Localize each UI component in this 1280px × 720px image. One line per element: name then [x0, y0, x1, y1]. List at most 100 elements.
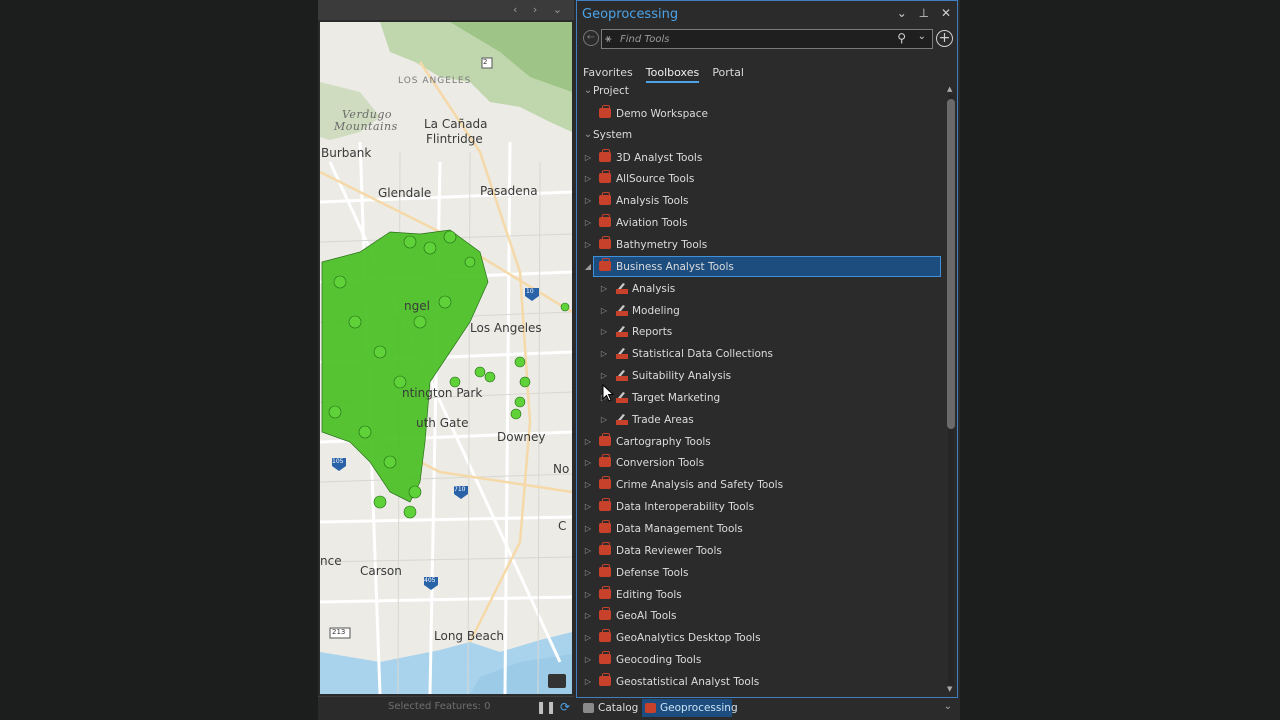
- tree-toolbox[interactable]: ▷ Aviation Tools: [577, 212, 941, 234]
- expand-arrow-icon[interactable]: ▷: [583, 168, 593, 190]
- expand-arrow-icon[interactable]: ▷: [583, 584, 593, 606]
- tree-toolbox[interactable]: ▷ GeoAnalytics Desktop Tools: [577, 627, 941, 649]
- pin-icon[interactable]: ⊥: [919, 6, 929, 20]
- tree-item-label: Geocoding Tools: [616, 654, 702, 666]
- tree-toolbox[interactable]: ▷ Cartography Tools: [577, 431, 941, 453]
- map-status-bar: Selected Features: 0 ❚❚ ⟳: [318, 696, 574, 720]
- expand-arrow-icon[interactable]: ▷: [599, 409, 609, 431]
- pane-title: Geoprocessing: [582, 7, 679, 22]
- tree-toolset[interactable]: ▷ Suitability Analysis: [577, 365, 941, 387]
- map-label-los-angeles: Los Angeles: [470, 321, 542, 335]
- tree-item-label: Geostatistical Analyst Tools: [616, 676, 760, 688]
- arcgis-pro-window: ‹ › ⌄ LOS ANGELES Verdugo Mountains La C…: [318, 0, 960, 720]
- search-options-dropdown[interactable]: ⌄: [918, 31, 926, 42]
- add-toolbox-button[interactable]: +: [936, 30, 953, 47]
- tree-toolbox[interactable]: ▷ Crime Analysis and Safety Tools: [577, 474, 941, 496]
- expand-arrow-icon[interactable]: ▷: [583, 627, 593, 649]
- search-icon[interactable]: ⚲: [897, 31, 906, 45]
- scroll-down-icon[interactable]: ▼: [947, 685, 952, 693]
- expand-arrow-icon[interactable]: ▷: [583, 212, 593, 234]
- scroll-thumb[interactable]: [947, 99, 955, 429]
- tree-toolbox[interactable]: Demo Workspace: [577, 103, 941, 125]
- map-label-la-canada: La Cañada: [424, 117, 488, 131]
- tree-scrollbar[interactable]: ▲ ▼: [947, 85, 955, 695]
- toolset-icon: [616, 392, 628, 403]
- expand-arrow-icon[interactable]: ▷: [583, 649, 593, 671]
- tree-item-label: Data Interoperability Tools: [616, 501, 755, 513]
- expand-arrow-icon[interactable]: ▷: [583, 190, 593, 212]
- refresh-icon[interactable]: ⟳: [560, 700, 570, 714]
- tree-toolbox[interactable]: ▷ Geocoding Tools: [577, 649, 941, 671]
- map-view[interactable]: LOS ANGELES Verdugo Mountains La Cañada …: [320, 22, 572, 694]
- expand-arrow-icon[interactable]: ▷: [599, 321, 609, 343]
- tree-toolbox[interactable]: ▷ Editing Tools: [577, 584, 941, 606]
- expand-arrow-icon[interactable]: ▷: [583, 671, 593, 693]
- tree-item-label: GeoAnalytics Desktop Tools: [616, 632, 761, 644]
- pane-tab-strip: Catalog Geoprocessing ⌄: [576, 698, 958, 720]
- pause-icon[interactable]: ❚❚: [536, 700, 556, 714]
- tree-toolbox[interactable]: ▷ AllSource Tools: [577, 168, 941, 190]
- search-input[interactable]: [620, 32, 870, 46]
- tree-toolbox[interactable]: ▷ Defense Tools: [577, 562, 941, 584]
- expand-arrow-icon[interactable]: ▷: [583, 474, 593, 496]
- tree-toolbox[interactable]: ▷ Data Interoperability Tools: [577, 496, 941, 518]
- expand-arrow-icon[interactable]: ▷: [599, 300, 609, 322]
- tree-toolbox[interactable]: ▷ Conversion Tools: [577, 452, 941, 474]
- tree-toolbox[interactable]: ◢ Business Analyst Tools: [577, 256, 941, 278]
- collapse-arrow-icon[interactable]: ⌄: [583, 81, 593, 102]
- map-label-huntington-park: ntington Park: [402, 386, 483, 400]
- tab-geoprocessing[interactable]: Geoprocessing: [642, 699, 738, 717]
- shield-i405: 405: [424, 577, 436, 584]
- expand-arrow-icon[interactable]: ▷: [583, 562, 593, 584]
- close-icon[interactable]: ✕: [941, 6, 951, 20]
- tree-item-label: Editing Tools: [616, 589, 682, 601]
- toolbox-icon: [599, 498, 611, 511]
- map-label-los-angeles-forest: LOS ANGELES: [398, 76, 472, 86]
- tree-item-label: Modeling: [632, 305, 680, 317]
- expand-arrow-icon[interactable]: ▷: [599, 343, 609, 365]
- expand-arrow-icon[interactable]: ▷: [583, 540, 593, 562]
- tab-favorites[interactable]: Favorites: [583, 66, 633, 81]
- tree-item-label: Crime Analysis and Safety Tools: [616, 479, 784, 491]
- back-button[interactable]: ←: [583, 30, 599, 46]
- collapse-arrow-icon[interactable]: ⌄: [583, 124, 593, 146]
- tree-toolbox[interactable]: ▷ Data Reviewer Tools: [577, 540, 941, 562]
- tree-toolset[interactable]: ▷ Trade Areas: [577, 409, 941, 431]
- toolbox-icon: [599, 673, 611, 686]
- expand-arrow-icon[interactable]: ▷: [583, 496, 593, 518]
- tab-portal[interactable]: Portal: [712, 66, 744, 81]
- tree-item-label: Defense Tools: [616, 567, 689, 579]
- expand-arrow-icon[interactable]: ▷: [583, 234, 593, 256]
- tab-catalog[interactable]: Catalog: [580, 699, 638, 717]
- chevron-down-icon[interactable]: ⌄: [944, 701, 952, 712]
- tree-toolbox[interactable]: ▷ Data Management Tools: [577, 518, 941, 540]
- tab-geoprocessing-label: Geoprocessing: [660, 702, 738, 714]
- tree-toolbox[interactable]: ▷ 3D Analyst Tools: [577, 147, 941, 169]
- tree-toolset[interactable]: ▷ Analysis: [577, 278, 941, 300]
- tree-toolbox[interactable]: ▷ Geostatistical Analyst Tools: [577, 671, 941, 693]
- tree-toolbox[interactable]: ▷ Analysis Tools: [577, 190, 941, 212]
- scroll-up-icon[interactable]: ▲: [947, 85, 952, 93]
- tree-toolset[interactable]: ▷ Reports: [577, 321, 941, 343]
- expand-arrow-icon[interactable]: ▷: [583, 147, 593, 169]
- tree-toolbox[interactable]: ▷ Bathymetry Tools: [577, 234, 941, 256]
- toolset-icon: [616, 348, 628, 359]
- tree-toolset[interactable]: ▷ Statistical Data Collections: [577, 343, 941, 365]
- chevron-down-icon[interactable]: ⌄: [897, 6, 907, 20]
- collapse-arrow-icon[interactable]: ◢: [583, 256, 593, 278]
- expand-arrow-icon[interactable]: ▷: [583, 605, 593, 627]
- expand-arrow-icon[interactable]: ▷: [599, 278, 609, 300]
- tree-item-label: AllSource Tools: [616, 173, 695, 185]
- tree-group[interactable]: ⌄ System: [577, 124, 941, 146]
- tab-nav-arrows[interactable]: ‹ › ⌄: [513, 3, 568, 16]
- tree-group[interactable]: ⌄ Project: [577, 81, 941, 102]
- tree-toolset[interactable]: ▷ Modeling: [577, 300, 941, 322]
- expand-arrow-icon[interactable]: ▷: [583, 518, 593, 540]
- tree-toolbox[interactable]: ▷ GeoAI Tools: [577, 605, 941, 627]
- expand-arrow-icon[interactable]: ▷: [583, 452, 593, 474]
- comment-icon[interactable]: [548, 674, 566, 688]
- map-label-glendale: Glendale: [378, 186, 432, 200]
- expand-arrow-icon[interactable]: ▷: [583, 431, 593, 453]
- tree-toolset[interactable]: ▷Target Marketing: [577, 387, 941, 409]
- tree-item-label: Analysis Tools: [616, 195, 689, 207]
